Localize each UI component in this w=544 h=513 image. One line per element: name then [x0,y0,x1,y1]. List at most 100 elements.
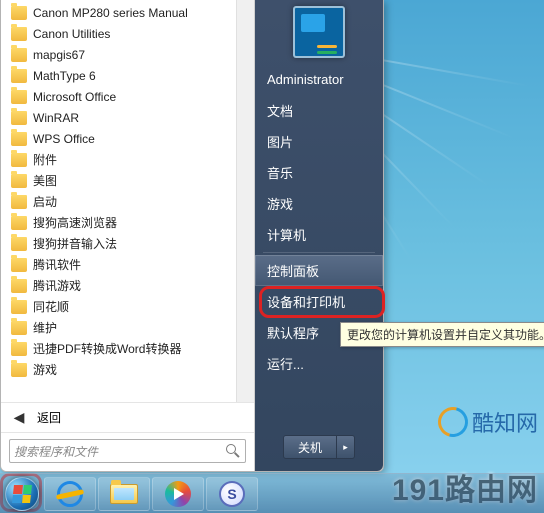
taskbar [0,473,544,513]
program-folder-item[interactable]: Microsoft Office [1,86,237,107]
folder-icon [11,174,27,188]
folder-icon [11,195,27,209]
program-folder-item[interactable]: 搜狗高速浏览器 [1,212,237,233]
separator [263,252,375,253]
right-pane-item[interactable]: 图片 [255,126,383,157]
taskbar-wmp-button[interactable] [152,477,204,511]
search-input[interactable]: 搜索程序和文件 [9,439,246,463]
program-folder-label: 美图 [33,172,57,189]
program-folder-label: 搜狗高速浏览器 [33,214,117,231]
search-row: 搜索程序和文件 [1,432,254,471]
taskbar-explorer-button[interactable] [98,477,150,511]
program-folder-item[interactable]: 迅捷PDF转换成Word转换器 [1,338,237,359]
watermark-logo-icon [432,402,473,443]
search-icon [225,443,241,459]
folder-icon [11,342,27,356]
start-menu-right-pane: Administrator 文档图片音乐游戏计算机 控制面板设备和打印机默认程序… [255,0,383,471]
right-pane-item-label: 默认程序 [267,323,319,342]
taskbar-ie-button[interactable] [44,477,96,511]
folder-icon [11,279,27,293]
user-name-link[interactable]: Administrator [255,64,383,95]
file-explorer-icon [110,484,138,504]
sogou-browser-icon [219,481,245,507]
media-player-icon [165,481,191,507]
control-panel-item[interactable]: 控制面板 [255,255,383,286]
folder-icon [11,300,27,314]
user-name-text: Administrator [267,72,344,87]
user-tile-wrap [255,6,383,58]
back-label: 返回 [37,409,61,426]
program-folder-item[interactable]: 维护 [1,317,237,338]
folder-icon [11,153,27,167]
program-folder-item[interactable]: WPS Office [1,128,237,149]
program-folder-item[interactable]: WinRAR [1,107,237,128]
tooltip-text: 更改您的计算机设置并自定义其功能。 [347,328,544,342]
folder-icon [11,132,27,146]
program-folder-item[interactable]: mapgis67 [1,44,237,65]
folder-icon [11,27,27,41]
scrollbar-down-button[interactable]: ▾ [239,386,252,400]
program-folder-item[interactable]: 腾讯软件 [1,254,237,275]
right-pane-item-label: 音乐 [267,163,293,182]
shutdown-area: 关机 ▸ [255,425,383,471]
right-pane-item[interactable]: 运行... [255,348,383,379]
start-button[interactable] [2,477,42,511]
shutdown-options-button[interactable]: ▸ [337,435,355,459]
folder-icon [11,321,27,335]
program-folder-label: 腾讯游戏 [33,277,81,294]
program-folder-label: Canon Utilities [33,27,110,41]
folder-icon [11,258,27,272]
program-folder-item[interactable]: 腾讯游戏 [1,275,237,296]
taskbar-sogou-button[interactable] [206,477,258,511]
right-pane-item[interactable]: 音乐 [255,157,383,188]
program-folder-item[interactable]: Canon MP280 series Manual [1,2,237,23]
shutdown-button[interactable]: 关机 [283,435,337,459]
folder-icon [11,237,27,251]
right-pane-item[interactable]: 文档 [255,95,383,126]
program-folder-label: 游戏 [33,361,57,378]
program-folder-label: Canon MP280 series Manual [33,6,188,20]
program-folder-item[interactable]: 美图 [1,170,237,191]
program-folder-item[interactable]: MathType 6 [1,65,237,86]
right-pane-item-label: 文档 [267,101,293,120]
folder-icon [11,48,27,62]
back-arrow-icon: ◀ [11,410,27,426]
right-pane-item[interactable]: 游戏 [255,188,383,219]
windows-orb-icon [5,477,39,511]
user-picture[interactable] [293,6,345,58]
right-pane-item-label: 计算机 [267,225,306,244]
back-button[interactable]: ◀ 返回 [1,402,254,432]
program-folder-label: 启动 [33,193,57,210]
program-folder-item[interactable]: 启动 [1,191,237,212]
right-pane-item-label: 设备和打印机 [267,292,345,311]
program-folder-label: WPS Office [33,132,95,146]
program-folder-label: 附件 [33,151,57,168]
right-pane-item-label: 运行... [267,354,304,373]
program-folder-item[interactable]: 游戏 [1,359,237,380]
right-pane-item-label: 控制面板 [267,261,319,280]
folder-icon [11,6,27,20]
program-folder-label: MathType 6 [33,69,96,83]
right-pane-item[interactable]: 计算机 [255,219,383,250]
shutdown-label: 关机 [298,439,322,456]
start-menu: Canon MP280 series Manual Canon Utilities… [0,0,384,472]
program-folder-item[interactable]: 搜狗拼音输入法 [1,233,237,254]
program-folder-label: Microsoft Office [33,90,116,104]
scrollbar-thumb[interactable] [239,2,252,22]
folder-icon [11,363,27,377]
program-folder-label: 同花顺 [33,298,69,315]
right-pane-item-label: 图片 [267,132,293,151]
program-folder-label: 维护 [33,319,57,336]
program-folder-label: 腾讯软件 [33,256,81,273]
right-pane-item[interactable]: 设备和打印机 [255,286,383,317]
start-menu-left-pane: Canon MP280 series Manual Canon Utilities… [1,0,255,471]
folder-icon [11,69,27,83]
program-folder-item[interactable]: 附件 [1,149,237,170]
all-programs-list[interactable]: Canon MP280 series Manual Canon Utilities… [1,0,254,402]
search-placeholder: 搜索程序和文件 [14,443,225,460]
folder-icon [11,111,27,125]
folder-icon [11,216,27,230]
program-folder-item[interactable]: 同花顺 [1,296,237,317]
program-folder-item[interactable]: Canon Utilities [1,23,237,44]
tooltip: 更改您的计算机设置并自定义其功能。 [340,322,544,347]
